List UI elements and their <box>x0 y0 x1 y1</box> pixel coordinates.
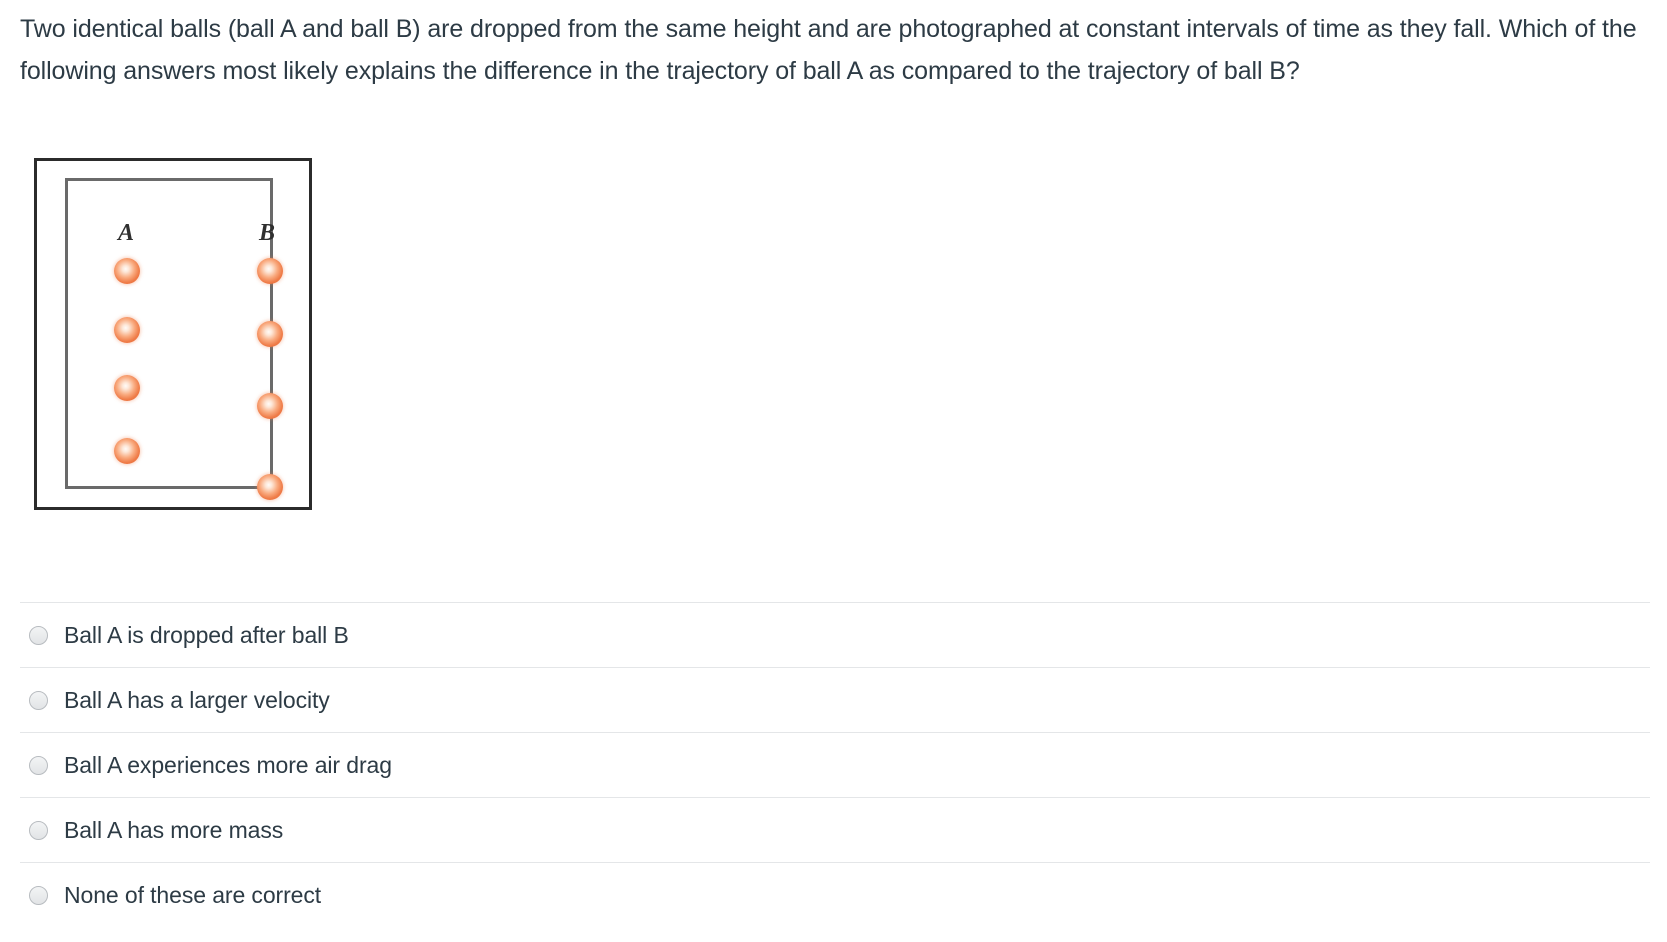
question-stem: Two identical balls (ball A and ball B) … <box>20 15 1637 85</box>
ball-a-position-4 <box>114 438 140 464</box>
radio-button-icon-4[interactable] <box>29 820 48 840</box>
ball-b-label: B <box>259 220 276 246</box>
answer-option-2[interactable]: Ball A has a larger velocity <box>20 667 1650 732</box>
answer-option-label-5: None of these are correct <box>64 882 322 908</box>
answer-option-4[interactable]: Ball A has more mass <box>20 797 1650 862</box>
answer-option-5[interactable]: None of these are correct <box>20 862 1650 927</box>
answer-option-label-1: Ball A is dropped after ball B <box>64 622 349 648</box>
radio-button-icon-3[interactable] <box>29 755 48 775</box>
radio-button-icon-2[interactable] <box>29 690 48 710</box>
answer-option-label-2: Ball A has a larger velocity <box>64 687 330 713</box>
figure-inner-frame: A B <box>65 178 283 500</box>
ball-a-label: A <box>118 220 135 246</box>
ball-b-position-1 <box>257 258 283 284</box>
ball-a-position-2 <box>114 317 140 343</box>
radio-button-icon-1[interactable] <box>29 625 48 645</box>
answer-option-1[interactable]: Ball A is dropped after ball B <box>20 602 1650 667</box>
answer-option-3[interactable]: Ball A experiences more air drag <box>20 732 1650 797</box>
answer-option-label-4: Ball A has more mass <box>64 817 284 843</box>
question-figure: A B <box>34 158 312 510</box>
answer-options-list: Ball A is dropped after ball B Ball A ha… <box>20 602 1650 927</box>
ball-a-position-1 <box>114 258 140 284</box>
ball-a-position-3 <box>114 375 140 401</box>
ball-b-position-3 <box>257 393 283 419</box>
ball-b-position-2 <box>257 321 283 347</box>
ball-b-position-4 <box>257 474 283 500</box>
answer-option-label-3: Ball A experiences more air drag <box>64 752 392 778</box>
radio-button-icon-5[interactable] <box>29 885 48 905</box>
